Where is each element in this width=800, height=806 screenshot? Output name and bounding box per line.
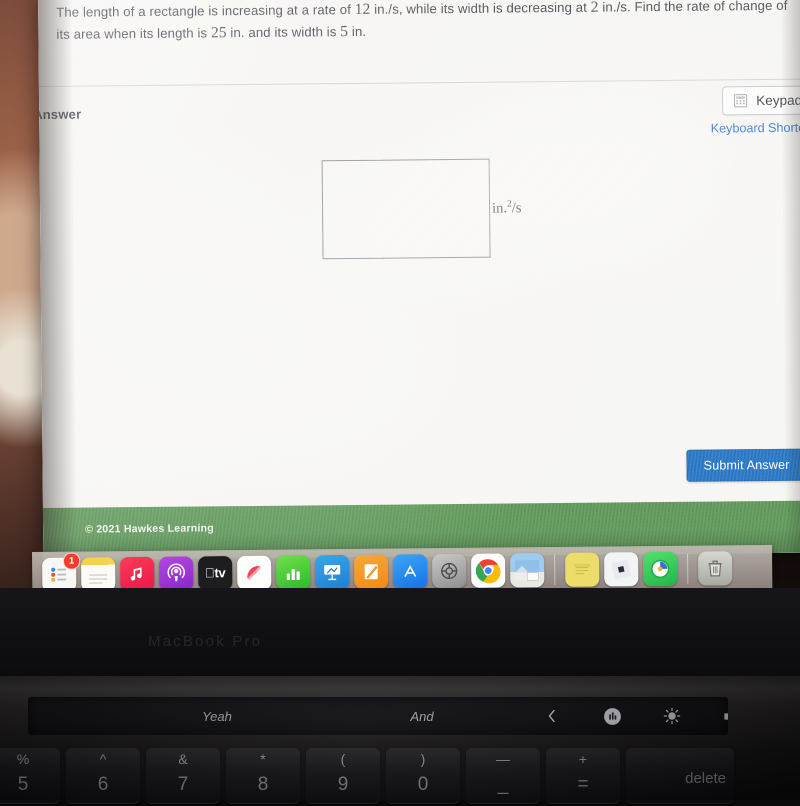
dock-item-stickies[interactable]: [565, 552, 600, 587]
dock-separator-2: [687, 553, 689, 584]
question-line2-part-b: in. and its width is: [226, 24, 341, 41]
question-text: The length of a rectangle is increasing …: [38, 0, 800, 46]
chevron-left-icon[interactable]: [522, 708, 582, 724]
dock-item-roblox[interactable]: [604, 551, 639, 587]
units-suffix: /s: [511, 200, 522, 217]
key-6-shift-label: ^: [99, 751, 107, 767]
key-9-shift-label: (: [340, 751, 346, 767]
dock-item-music[interactable]: [120, 556, 155, 591]
key-minus-shift-label: —: [496, 751, 510, 767]
key-9[interactable]: ( 9: [306, 748, 380, 804]
key-equals-shift-label: +: [578, 751, 588, 767]
question-line2-part-a: its area when its length is: [56, 25, 211, 42]
keypad-button-label: Keypad: [756, 92, 800, 109]
macbook-pro-label: MacBook Pro: [148, 633, 263, 650]
dock-item-pages[interactable]: [354, 554, 389, 589]
touch-bar-suggestion-1[interactable]: And: [322, 709, 522, 724]
dock-item-find-my[interactable]: [643, 551, 678, 586]
key-6[interactable]: ^ 6: [66, 748, 140, 804]
brightness-icon[interactable]: [642, 707, 702, 725]
key-5-shift-label: %: [16, 751, 30, 767]
dock-item-news[interactable]: [237, 555, 272, 590]
units-base: in.: [492, 200, 508, 217]
key-8-label: 8: [257, 774, 269, 795]
key-8-shift-label: *: [260, 751, 266, 767]
key-delete[interactable]: delete: [626, 748, 734, 804]
dock-item-keynote[interactable]: [315, 554, 350, 589]
key-5[interactable]: % 5: [0, 748, 60, 804]
keypad-button[interactable]: Keypad: [722, 85, 800, 116]
key-0-label: 0: [417, 774, 429, 795]
submit-answer-button[interactable]: Submit Answer: [686, 448, 800, 482]
question-value-rate-length: 12: [354, 0, 371, 18]
dock-item-preview[interactable]: [510, 552, 545, 587]
calculator-icon: [733, 93, 748, 108]
dock-item-notes[interactable]: [81, 556, 116, 592]
question-value-width: 5: [340, 23, 349, 41]
dock-item-reminders[interactable]: 1: [42, 552, 81, 592]
question-line1-part-b: in./s, while its width is decreasing at: [370, 0, 591, 17]
apple-tv-label: tv: [205, 565, 226, 581]
key-7-label: 7: [177, 774, 189, 795]
footer-copyright: © 2021 Hawkes Learning: [85, 522, 214, 536]
key-delete-label: delete: [685, 770, 726, 787]
key-equals[interactable]: + =: [546, 748, 620, 804]
question-value-length: 25: [210, 24, 227, 42]
key-7-shift-label: &: [178, 751, 188, 767]
hawkes-learning-page: The length of a rectangle is increasing …: [38, 0, 800, 560]
key-8[interactable]: * 8: [226, 748, 300, 804]
dock-item-apple-tv[interactable]: tv: [198, 555, 233, 590]
dock-item-numbers[interactable]: [276, 554, 311, 590]
screen-bezel-bottom: [0, 588, 800, 684]
answer-panel: Answer Keypad Keyboard Shortcuts in.2/s …: [38, 80, 800, 508]
keyboard-row: % 5 ^ 6 & 7 * 8 ( 9 ) 0 — _ + = delete: [0, 748, 800, 806]
reminders-badge: 1: [63, 552, 81, 570]
question-line1-part-c: in./s. Find the rate of change of: [598, 0, 788, 15]
key-6-label: 6: [97, 774, 109, 795]
equalizer-icon[interactable]: [582, 707, 642, 726]
question-line2-part-c: in.: [348, 23, 367, 40]
key-0[interactable]: ) 0: [386, 748, 460, 804]
answer-input[interactable]: [321, 158, 491, 260]
key-5-label: 5: [17, 774, 29, 795]
key-7[interactable]: & 7: [146, 748, 220, 804]
dock-separator-1: [554, 554, 556, 585]
dock-item-podcasts[interactable]: [159, 555, 194, 591]
touch-bar: Yeah And: [28, 697, 728, 735]
key-minus[interactable]: — _: [466, 748, 540, 804]
dock-item-trash[interactable]: [698, 550, 733, 586]
keyboard-shortcuts-link[interactable]: Keyboard Shortcuts: [711, 120, 800, 135]
dock-item-system-preferences[interactable]: [432, 553, 467, 588]
answer-label: Answer: [38, 106, 82, 123]
question-line1-part-a: The length of a rectangle is increasing …: [56, 1, 355, 20]
key-9-label: 9: [337, 774, 349, 795]
dock-item-google-chrome[interactable]: [471, 552, 506, 588]
speaker-icon[interactable]: [702, 708, 728, 725]
touch-bar-suggestion-0[interactable]: Yeah: [28, 709, 322, 724]
key-0-shift-label: ): [420, 751, 426, 767]
answer-units-label: in.2/s: [492, 198, 522, 217]
key-equals-label: =: [577, 774, 589, 795]
laptop-screen: The length of a rectangle is increasing …: [38, 0, 800, 560]
dock-item-app-store[interactable]: [393, 553, 428, 589]
key-minus-label: _: [497, 774, 509, 795]
